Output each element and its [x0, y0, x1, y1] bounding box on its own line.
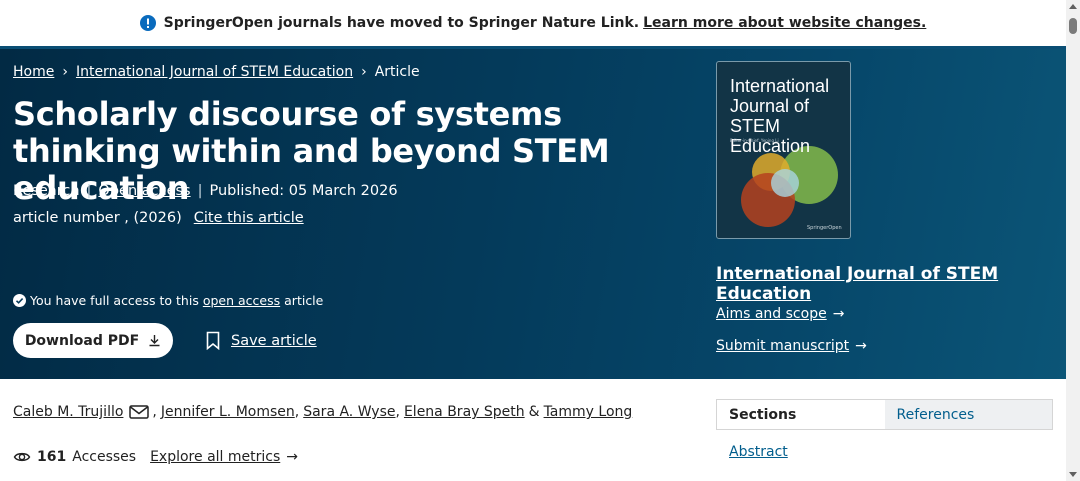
- header-top-line: [0, 46, 1066, 49]
- author-separator: &: [528, 404, 540, 420]
- article-metrics: 161 Accesses Explore all metrics →: [13, 448, 298, 466]
- tab-references[interactable]: References: [884, 400, 1052, 429]
- submit-manuscript-link[interactable]: Submit manuscript →: [716, 338, 867, 354]
- breadcrumb: Home › International Journal of STEM Edu…: [13, 64, 420, 80]
- author-link[interactable]: Sara A. Wyse: [303, 404, 395, 420]
- access-suffix: article: [284, 293, 324, 308]
- explore-metrics-link[interactable]: Explore all metrics: [150, 449, 280, 465]
- journal-cover-image[interactable]: International Journal of STEM Education …: [716, 61, 851, 239]
- article-meta: Research | Open access | Published: 05 M…: [13, 183, 398, 199]
- section-link-abstract[interactable]: Abstract: [729, 444, 788, 460]
- download-pdf-button[interactable]: Download PDF: [13, 323, 173, 358]
- cover-subtitle: Editor-in-Chief: Yeping Li: [730, 138, 779, 143]
- breadcrumb-home[interactable]: Home: [13, 64, 54, 80]
- article-number: article number , (2026): [13, 210, 182, 226]
- article-type: Research: [13, 183, 80, 199]
- scroll-up-arrow-icon[interactable]: [1069, 4, 1077, 9]
- access-open-access-link[interactable]: open access: [203, 293, 280, 308]
- scroll-thumb[interactable]: [1069, 18, 1077, 34]
- download-pdf-label: Download PDF: [24, 332, 140, 349]
- journal-name-link[interactable]: International Journal of STEM Education: [716, 264, 1066, 304]
- download-icon: [149, 335, 160, 347]
- open-access-link[interactable]: Open access: [98, 183, 190, 199]
- cover-publisher: SpringerOpen: [807, 225, 842, 231]
- access-prefix: You have full access to this: [30, 293, 199, 308]
- accesses-label: Accesses: [72, 449, 137, 465]
- breadcrumb-current: Article: [374, 64, 420, 80]
- access-notice: You have full access to this open access…: [13, 293, 323, 308]
- page-scrollbar[interactable]: [1066, 0, 1080, 481]
- author-link[interactable]: Caleb M. Trujillo: [13, 404, 123, 420]
- eye-icon: [13, 452, 31, 462]
- author-separator: ,: [152, 404, 157, 420]
- cite-article-link[interactable]: Cite this article: [194, 210, 304, 226]
- published-date: Published: 05 March 2026: [209, 183, 398, 199]
- info-icon: [139, 15, 156, 31]
- aims-scope-link[interactable]: Aims and scope →: [716, 306, 844, 322]
- tab-sections[interactable]: Sections: [717, 400, 885, 429]
- author-separator: ,: [395, 404, 400, 420]
- mail-icon[interactable]: [129, 404, 150, 420]
- arrow-right-icon: →: [286, 449, 298, 465]
- accesses-count: 161: [37, 449, 67, 465]
- arrow-right-icon: →: [855, 338, 867, 354]
- chevron-right-icon: ›: [62, 64, 68, 80]
- check-circle-icon: [13, 294, 26, 307]
- author-link[interactable]: Elena Bray Speth: [404, 404, 525, 420]
- meta-divider: |: [86, 183, 92, 199]
- scroll-down-arrow-icon[interactable]: [1069, 472, 1077, 477]
- chevron-right-icon: ›: [361, 64, 367, 80]
- cover-title: International Journal of STEM Education: [730, 76, 830, 156]
- arrow-right-icon: →: [832, 306, 845, 322]
- sidebar-tabs: Sections References: [716, 399, 1053, 430]
- announcement-text: SpringerOpen journals have moved to Spri…: [163, 15, 640, 31]
- author-list: Caleb M. Trujillo , Jennifer L. Momsen ,…: [13, 404, 632, 420]
- author-link[interactable]: Jennifer L. Momsen: [161, 404, 295, 420]
- submit-manuscript-label: Submit manuscript: [716, 338, 850, 354]
- meta-divider: |: [197, 183, 203, 199]
- save-article-label: Save article: [231, 332, 317, 349]
- author-link[interactable]: Tammy Long: [544, 404, 633, 420]
- breadcrumb-journal[interactable]: International Journal of STEM Education: [76, 64, 353, 80]
- save-article-button[interactable]: Save article: [205, 331, 317, 350]
- article-meta-2: article number , (2026) Cite this articl…: [13, 210, 304, 226]
- website-changes-link[interactable]: Learn more about website changes.: [643, 15, 926, 31]
- aims-scope-label: Aims and scope: [716, 306, 827, 322]
- bookmark-icon: [206, 331, 220, 350]
- article-header: Home › International Journal of STEM Edu…: [0, 46, 1066, 379]
- author-separator: ,: [294, 404, 300, 420]
- announcement-bar: SpringerOpen journals have moved to Spri…: [0, 0, 1066, 46]
